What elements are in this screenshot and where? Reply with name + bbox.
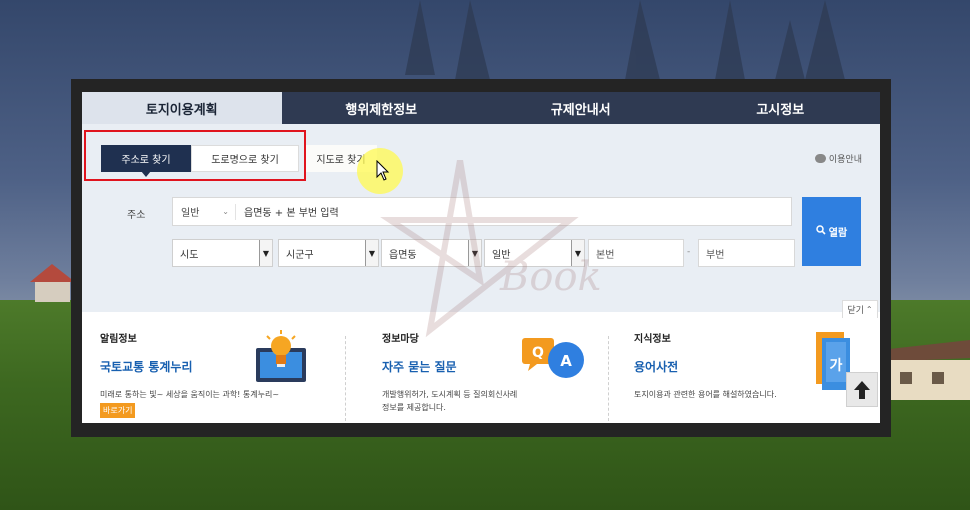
panel-divider bbox=[345, 336, 347, 421]
sigungu-select[interactable]: 시군구 ▼ bbox=[278, 239, 379, 267]
eupmyeondong-select[interactable]: 읍면동 ▼ bbox=[381, 239, 482, 267]
chevron-down-icon: ▼ bbox=[259, 240, 272, 266]
address-label: 주소 bbox=[127, 210, 146, 221]
shortcut-badge[interactable]: 바로가기 bbox=[100, 403, 136, 418]
scroll-to-top-button[interactable] bbox=[846, 372, 878, 407]
main-lot-number-input[interactable]: 본번 bbox=[588, 239, 684, 267]
sido-value: 시도 bbox=[180, 249, 199, 261]
close-label: 닫기 bbox=[847, 306, 864, 316]
monitor-bulb-icon bbox=[256, 330, 306, 382]
arrow-up-icon bbox=[854, 380, 870, 399]
panel-info-plaza: 정보마당 자주 묻는 질문 개발행위허가, 도시계획 등 질의회신사례 정보를 … bbox=[382, 330, 592, 423]
chevron-down-icon: ▼ bbox=[571, 240, 584, 266]
usage-guide-label: 이용안내 bbox=[828, 155, 862, 165]
info-panels: 알림정보 국토교통 통계누리 미래로 통하는 빛~ 세상을 움직이는 과학! 통… bbox=[82, 318, 880, 423]
browse-label: 열람 bbox=[828, 228, 848, 239]
tab-land-use-plan[interactable]: 토지이용계획 bbox=[82, 92, 282, 124]
tab-notice-info[interactable]: 고시정보 bbox=[680, 92, 880, 124]
usage-guide-link[interactable]: 이용안내 bbox=[814, 152, 862, 165]
svg-text:가: 가 bbox=[830, 358, 843, 374]
mouse-cursor-icon bbox=[376, 160, 390, 181]
svg-text:A: A bbox=[560, 352, 572, 370]
close-panel-button[interactable]: 닫기 ⌃ bbox=[842, 300, 878, 318]
sido-select[interactable]: 시도 ▼ bbox=[172, 239, 273, 267]
eupmyeondong-value: 읍면동 bbox=[389, 249, 417, 261]
chevron-up-icon: ⌃ bbox=[865, 305, 873, 314]
address-input[interactable]: 읍면동 + 본 부번 입력 bbox=[236, 204, 339, 219]
address-search-field[interactable]: 일반 ⌄ 읍면동 + 본 부번 입력 bbox=[172, 197, 792, 226]
address-mode-select[interactable]: 일반 ⌄ bbox=[173, 203, 236, 220]
tab-activity-restriction[interactable]: 행위제한정보 bbox=[281, 92, 481, 124]
sigungu-value: 시군구 bbox=[286, 249, 314, 261]
land-type-value: 일반 bbox=[492, 249, 511, 261]
farmhouse-right bbox=[880, 340, 970, 400]
highlight-box bbox=[84, 130, 306, 181]
farmhouse-left bbox=[30, 264, 75, 302]
land-type-select[interactable]: 일반 ▼ bbox=[484, 239, 585, 267]
browse-button[interactable]: 열람 bbox=[802, 197, 861, 266]
chevron-down-icon: ▼ bbox=[365, 240, 378, 266]
panel-description: 개발행위허가, 도시계획 등 질의회신사례 정보를 제공합니다. bbox=[382, 390, 518, 412]
sub-lot-number-input[interactable]: 부번 bbox=[698, 239, 795, 267]
chevron-down-icon: ▼ bbox=[468, 240, 481, 266]
main-tab-bar: 토지이용계획 행위제한정보 규제안내서 고시정보 bbox=[82, 92, 880, 124]
panel-knowledge-info: 지식정보 용어사전 토지이용과 관련한 용어를 해설하였습니다. 가 bbox=[634, 330, 864, 423]
chevron-down-icon: ⌄ bbox=[222, 207, 229, 216]
panel-divider bbox=[608, 336, 610, 421]
svg-text:Q: Q bbox=[532, 345, 544, 361]
qa-bubbles-icon: Q A bbox=[522, 338, 584, 378]
address-mode-value: 일반 bbox=[181, 208, 200, 219]
lot-number-separator: - bbox=[687, 247, 691, 257]
search-icon bbox=[816, 225, 826, 238]
panel-notice-info: 알림정보 국토교통 통계누리 미래로 통하는 빛~ 세상을 움직이는 과학! 통… bbox=[100, 330, 330, 423]
chat-bubble-icon bbox=[814, 154, 826, 163]
tab-regulation-guide[interactable]: 규제안내서 bbox=[481, 92, 681, 124]
panel-description: 미래로 통하는 빛~ 세상을 움직이는 과학! 통계누리~ bbox=[100, 390, 280, 399]
